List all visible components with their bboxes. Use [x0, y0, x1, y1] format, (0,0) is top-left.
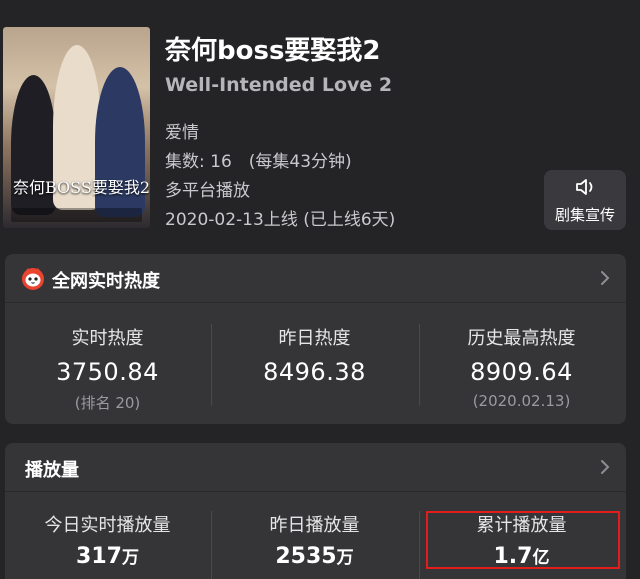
promo-button-label: 剧集宣传	[554, 206, 615, 224]
heat-card-header[interactable]: 全网实时热度	[5, 254, 626, 302]
chevron-right-icon	[601, 271, 610, 285]
poster-title: 奈何BOSS要娶我2	[13, 178, 150, 197]
stat-unit: 万	[336, 548, 354, 568]
show-subtitle: Well-Intended Love 2	[165, 74, 393, 96]
stat-value: 8909.64	[470, 358, 573, 386]
stat-value: 8496.38	[263, 358, 366, 386]
heat-card: 全网实时热度 实时热度 3750.84 (排名 20) 昨日热度 8496.38…	[5, 254, 626, 424]
stat-sub: (2020.02.13)	[472, 392, 571, 410]
show-genre: 爱情	[165, 123, 199, 143]
heat-card-divider	[5, 302, 626, 303]
show-episodes: 集数: 16 (每集43分钟)	[165, 152, 352, 172]
stat-realtime-heat: 实时热度 3750.84 (排名 20)	[5, 324, 210, 413]
speaker-icon	[576, 179, 593, 195]
stat-sub: (排名 20)	[74, 394, 141, 412]
play-card-title: 播放量	[25, 460, 79, 481]
poster-image[interactable]: 奈何BOSS要娶我2	[3, 27, 150, 228]
poster-info-strip	[11, 208, 142, 222]
stat-unit: 万	[121, 548, 139, 568]
stat-label: 昨日播放量	[269, 515, 360, 536]
show-title: 奈何boss要娶我2	[165, 36, 381, 66]
chevron-right-icon	[601, 460, 610, 474]
stat-yesterday-heat: 昨日热度 8496.38	[212, 324, 417, 392]
show-platform: 多平台播放	[165, 181, 250, 201]
stat-label: 昨日热度	[278, 328, 351, 349]
promo-button[interactable]: 剧集宣传	[544, 170, 626, 230]
stat-label: 实时热度	[71, 328, 144, 349]
stat-yesterday-plays: 昨日播放量 2535万	[212, 511, 417, 569]
cat-logo-icon	[22, 268, 44, 290]
stat-value: 317	[76, 544, 122, 569]
stat-peak-heat: 历史最高热度 8909.64 (2020.02.13)	[419, 324, 624, 410]
play-card-divider	[5, 491, 626, 492]
show-release: 2020-02-13上线 (已上线6天)	[165, 210, 396, 230]
stat-label: 今日实时播放量	[44, 515, 171, 536]
play-card-header[interactable]: 播放量	[5, 443, 626, 491]
stat-value: 2535	[275, 544, 337, 569]
heat-card-title: 全网实时热度	[52, 271, 160, 292]
stat-label: 历史最高热度	[467, 328, 576, 349]
highlight-box	[426, 511, 620, 569]
stat-value: 3750.84	[56, 358, 159, 386]
stat-today-plays: 今日实时播放量 317万	[5, 511, 210, 569]
